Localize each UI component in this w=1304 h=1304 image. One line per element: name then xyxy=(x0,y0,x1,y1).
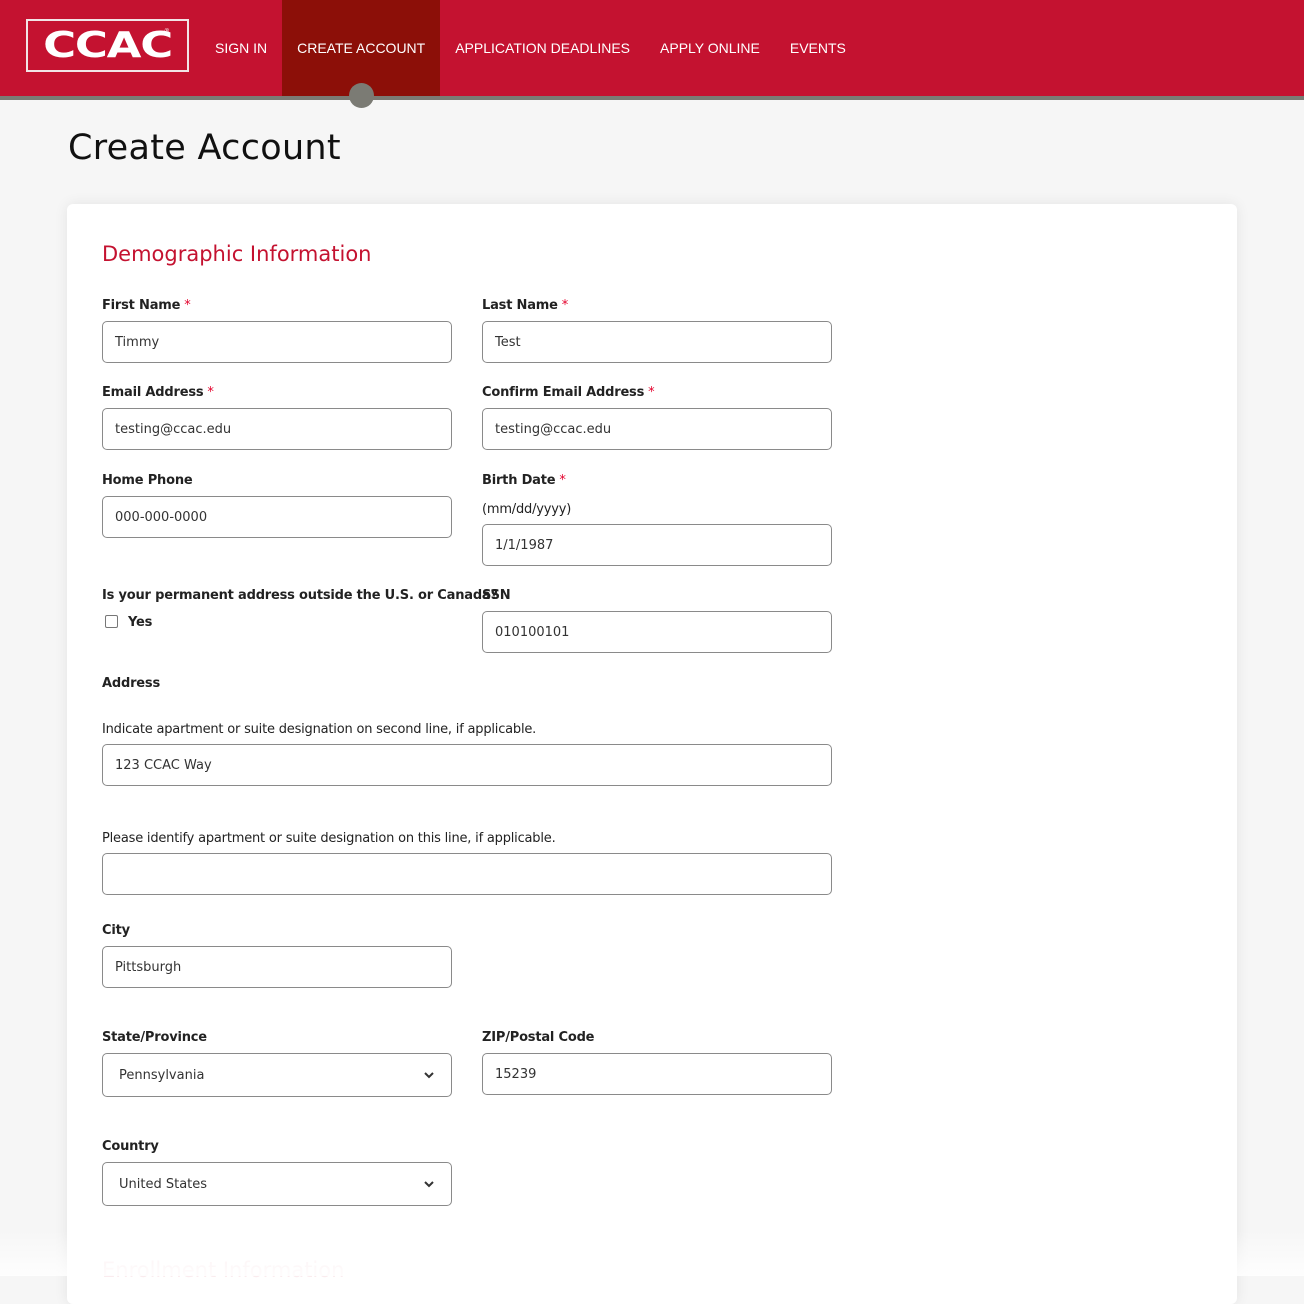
logo-text: CCAC xyxy=(43,24,173,66)
country-label: Country xyxy=(102,1139,159,1154)
email-label: Email Address * xyxy=(102,385,214,400)
first-name-label: First Name * xyxy=(102,298,191,313)
first-name-label-wrap: First Name * xyxy=(102,298,191,313)
state-select[interactable]: Pennsylvania xyxy=(102,1053,452,1097)
address-label-wrap: Address xyxy=(102,676,160,691)
address-line1-input[interactable]: 123 CCAC Way xyxy=(102,744,832,786)
required-marker: * xyxy=(648,385,655,400)
country-selected-value: United States xyxy=(119,1176,208,1192)
address-line2-hint-wrap: Please identify apartment or suite desig… xyxy=(102,831,556,846)
required-marker: * xyxy=(207,385,214,400)
birth-date-label-wrap: Birth Date * xyxy=(482,473,566,488)
outside-us-option-wrap: Yes xyxy=(128,615,152,630)
main-nav: SIGN IN CREATE ACCOUNT APPLICATION DEADL… xyxy=(200,0,861,108)
email-input[interactable]: testing@ccac.edu xyxy=(102,408,452,450)
required-marker: * xyxy=(184,298,191,313)
birth-date-label-text: Birth Date xyxy=(482,473,556,488)
city-label: City xyxy=(102,923,130,938)
country-label-wrap: Country xyxy=(102,1139,159,1154)
page-title: Create Account xyxy=(68,128,341,168)
address-line2-hint: Please identify apartment or suite desig… xyxy=(102,831,556,846)
zip-input[interactable]: 15239 xyxy=(482,1053,832,1095)
ssn-label: SSN xyxy=(482,588,511,603)
address-label: Address xyxy=(102,676,160,691)
required-marker: * xyxy=(561,298,569,313)
ssn-input[interactable]: 010100101 xyxy=(482,611,832,653)
chevron-down-icon xyxy=(424,1181,434,1188)
outside-us-checkbox[interactable] xyxy=(105,615,118,628)
nav-sign-in[interactable]: SIGN IN xyxy=(200,0,282,96)
form-card: Demographic Information First Name * Timm… xyxy=(67,204,1237,1304)
last-name-label: Last Name * xyxy=(482,298,568,313)
zip-label: ZIP/Postal Code xyxy=(482,1030,595,1045)
birth-date-hint-wrap: (mm/dd/yyyy) xyxy=(482,502,571,517)
state-selected-value: Pennsylvania xyxy=(119,1067,205,1083)
state-label-wrap: State/Province xyxy=(102,1030,207,1045)
chevron-down-icon xyxy=(424,1072,434,1079)
ccac-logo[interactable]: CCAC ® xyxy=(26,19,189,72)
site-header: CCAC ® SIGN IN CREATE ACCOUNT APPLICATIO… xyxy=(0,0,1304,108)
outside-us-label: Is your permanent address outside the U.… xyxy=(102,588,498,603)
header-divider xyxy=(0,96,1304,100)
zip-label-wrap: ZIP/Postal Code xyxy=(482,1030,595,1045)
birth-date-label: Birth Date * xyxy=(482,473,566,488)
last-name-label-wrap: Last Name * xyxy=(482,298,568,313)
confirm-email-label: Confirm Email Address * xyxy=(482,385,655,400)
country-select[interactable]: United States xyxy=(102,1162,452,1206)
section-title-enrollment: Enrollment Information xyxy=(102,1258,345,1282)
nav-events[interactable]: EVENTS xyxy=(775,0,861,96)
address-line1-hint: Indicate apartment or suite designation … xyxy=(102,722,537,737)
email-label-text: Email Address xyxy=(102,385,204,400)
email-label-wrap: Email Address * xyxy=(102,385,214,400)
nav-create-account[interactable]: CREATE ACCOUNT xyxy=(282,0,441,108)
address-line2-input[interactable] xyxy=(102,853,832,895)
nav-application-deadlines[interactable]: APPLICATION DEADLINES xyxy=(440,0,645,96)
first-name-label-text: First Name xyxy=(102,298,181,313)
home-phone-label: Home Phone xyxy=(102,473,193,488)
outside-us-option-label[interactable]: Yes xyxy=(128,615,152,630)
outside-us-label-wrap: Is your permanent address outside the U.… xyxy=(102,588,498,603)
home-phone-input[interactable]: 000-000-0000 xyxy=(102,496,452,538)
city-label-wrap: City xyxy=(102,923,130,938)
registered-mark: ® xyxy=(164,29,169,35)
section-title-demographic: Demographic Information xyxy=(102,242,372,266)
required-marker: * xyxy=(559,473,566,488)
last-name-input[interactable]: Test xyxy=(482,321,832,363)
birth-date-format-hint: (mm/dd/yyyy) xyxy=(482,502,572,517)
nav-apply-online[interactable]: APPLY ONLINE xyxy=(645,0,775,96)
confirm-email-label-text: Confirm Email Address xyxy=(482,385,645,400)
last-name-label-text: Last Name xyxy=(482,298,558,313)
first-name-input[interactable]: Timmy xyxy=(102,321,452,363)
address-line1-hint-wrap: Indicate apartment or suite designation … xyxy=(102,722,536,737)
birth-date-input[interactable]: 1/1/1987 xyxy=(482,524,832,566)
confirm-email-input[interactable]: testing@ccac.edu xyxy=(482,408,832,450)
city-input[interactable]: Pittsburgh xyxy=(102,946,452,988)
home-phone-label-wrap: Home Phone xyxy=(102,473,193,488)
ssn-label-wrap: SSN xyxy=(482,588,511,603)
confirm-email-label-wrap: Confirm Email Address * xyxy=(482,385,655,400)
state-label: State/Province xyxy=(102,1030,207,1045)
